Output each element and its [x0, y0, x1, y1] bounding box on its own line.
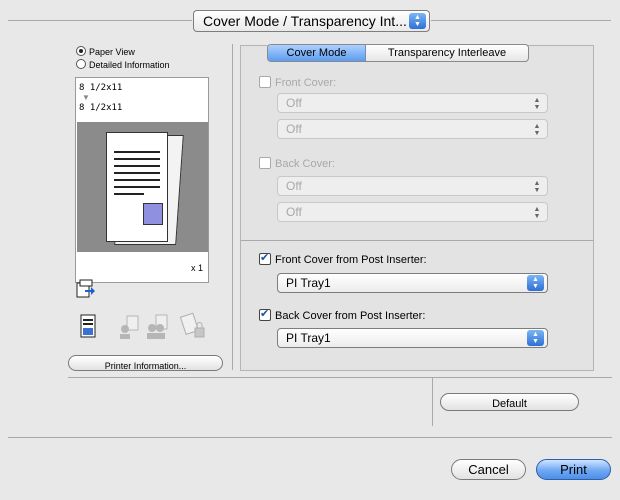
- preview-canvas: [77, 122, 208, 252]
- cancel-button-label: Cancel: [468, 462, 509, 477]
- checkbox-checked-icon: [259, 307, 271, 321]
- document-settings-icon[interactable]: [80, 314, 98, 340]
- print-button-label: Print: [560, 462, 587, 477]
- panel-selector-label: Cover Mode / Transparency Int...: [203, 13, 407, 29]
- back-cover-checkbox[interactable]: Back Cover:: [259, 157, 335, 171]
- front-post-inserter-label: Front Cover from Post Inserter:: [275, 254, 427, 266]
- select-arrows-icon: ▲ ▼: [533, 180, 541, 194]
- group-divider: [241, 240, 593, 241]
- back-cover-type-value: Off: [286, 205, 302, 219]
- front-cover-checkbox[interactable]: Front Cover:: [259, 76, 336, 90]
- header-divider-left: [8, 20, 192, 21]
- paper-view-label: Paper View: [89, 47, 135, 57]
- tab-transparency-interleave[interactable]: Transparency Interleave: [366, 45, 528, 61]
- select-arrows-icon: ▲ ▼: [533, 123, 541, 137]
- footer-divider-bottom: [8, 437, 612, 438]
- checkbox-unchecked-icon: [259, 157, 271, 169]
- panel-selector-popup[interactable]: Cover Mode / Transparency Int... ▲ ▼: [193, 10, 430, 32]
- paper-size-output: 8 1/2x11: [79, 103, 123, 113]
- back-cover-type-select[interactable]: Off ▲ ▼: [277, 202, 548, 222]
- front-cover-source-value: Off: [286, 96, 302, 110]
- printer-information-label: Printer Information...: [104, 361, 187, 371]
- front-page-image: [106, 132, 168, 242]
- down-arrow-icon: ▼: [82, 93, 90, 102]
- select-arrows-icon: ▲ ▼: [527, 330, 544, 346]
- front-cover-source-select[interactable]: Off ▲ ▼: [277, 93, 548, 113]
- default-button[interactable]: Default: [440, 393, 579, 411]
- paper-size-original: 8 1/2x11: [79, 83, 123, 93]
- tab-cover-mode[interactable]: Cover Mode: [268, 45, 366, 61]
- header-divider-right: [431, 20, 611, 21]
- back-cover-label: Back Cover:: [275, 158, 335, 170]
- user-auth-icon: [118, 314, 140, 340]
- default-divider: [432, 378, 433, 426]
- front-cover-label: Front Cover:: [275, 77, 337, 89]
- front-post-inserter-checkbox[interactable]: Front Cover from Post Inserter:: [259, 251, 427, 267]
- back-cover-source-value: Off: [286, 179, 302, 193]
- front-cover-type-value: Off: [286, 122, 302, 136]
- cancel-button[interactable]: Cancel: [451, 459, 526, 480]
- cover-sheet-image: [143, 203, 163, 225]
- back-post-inserter-label: Back Cover from Post Inserter:: [275, 310, 426, 322]
- pane-divider: [232, 44, 233, 370]
- paper-view-radio[interactable]: Paper View: [76, 46, 135, 58]
- post-inserter-icon: [76, 279, 96, 299]
- footer-divider-top: [68, 377, 612, 378]
- back-post-inserter-checkbox[interactable]: Back Cover from Post Inserter:: [259, 307, 426, 323]
- printer-information-button[interactable]: Printer Information...: [68, 355, 223, 371]
- checkbox-unchecked-icon: [259, 76, 271, 88]
- back-cover-source-select[interactable]: Off ▲ ▼: [277, 176, 548, 196]
- default-button-label: Default: [492, 398, 527, 410]
- select-arrows-icon: ▲ ▼: [527, 275, 544, 291]
- select-arrows-icon: ▲ ▼: [533, 97, 541, 111]
- front-post-inserter-tray-select[interactable]: PI Tray1 ▲ ▼: [277, 273, 548, 293]
- tab-bar: Cover Mode Transparency Interleave: [267, 44, 529, 62]
- secure-print-icon: [179, 312, 206, 340]
- back-post-inserter-tray-select[interactable]: PI Tray1 ▲ ▼: [277, 328, 548, 348]
- detailed-information-label: Detailed Information: [89, 60, 170, 70]
- radio-selected-icon: [76, 46, 86, 56]
- print-preview: 8 1/2x11 ▼ 8 1/2x11 x 1: [75, 77, 209, 283]
- checkbox-checked-icon: [259, 251, 271, 265]
- select-arrows-icon: ▲ ▼: [533, 206, 541, 220]
- copies-count: x 1: [190, 263, 203, 273]
- account-track-icon: [146, 314, 170, 340]
- radio-unselected-icon: [76, 59, 86, 69]
- detailed-information-radio[interactable]: Detailed Information: [76, 59, 170, 71]
- back-post-inserter-tray-value: PI Tray1: [286, 331, 331, 345]
- popup-arrows-icon: ▲ ▼: [409, 13, 426, 29]
- front-post-inserter-tray-value: PI Tray1: [286, 276, 331, 290]
- print-button[interactable]: Print: [536, 459, 611, 480]
- front-cover-type-select[interactable]: Off ▲ ▼: [277, 119, 548, 139]
